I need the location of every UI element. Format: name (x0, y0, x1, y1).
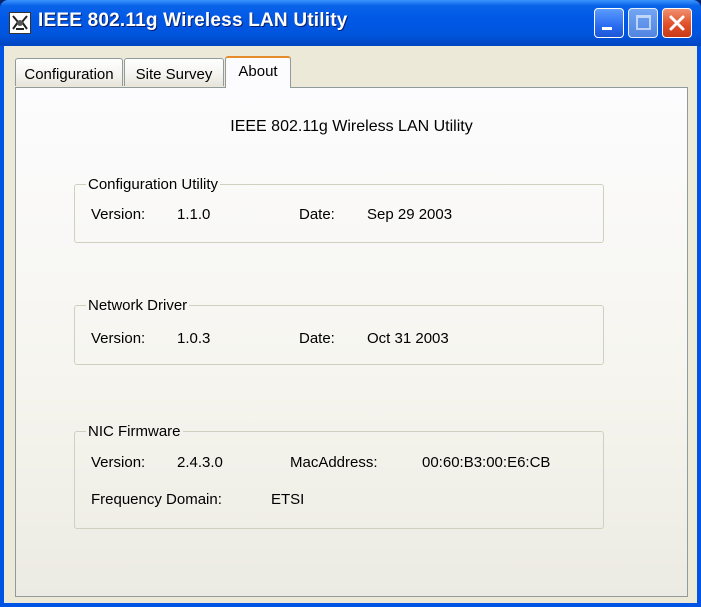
firmware-version-label: Version: (91, 454, 146, 471)
driver-date-value: Oct 31 2003 (367, 330, 449, 347)
config-version-value: 1.1.0 (177, 206, 211, 223)
config-version-label: Version: (91, 206, 146, 223)
nic-firmware-legend: NIC Firmware (88, 423, 181, 440)
tab-configuration[interactable]: Configuration (15, 58, 123, 86)
tab-about[interactable]: About (225, 56, 291, 88)
maximize-icon (636, 15, 651, 30)
mac-address-label: MacAddress: (290, 454, 378, 471)
frequency-domain-label: Frequency Domain: (91, 491, 222, 508)
config-date-value: Sep 29 2003 (367, 206, 453, 223)
firmware-version-value: 2.4.3.0 (177, 454, 223, 471)
driver-version-label: Version: (91, 330, 146, 347)
network-driver-group: Network Driver (74, 297, 604, 365)
driver-date-label: Date: (299, 330, 335, 347)
tab-configuration-label: Configuration (24, 66, 114, 83)
close-button[interactable] (662, 8, 692, 38)
about-panel: IEEE 802.11g Wireless LAN Utility Config… (15, 87, 688, 597)
mac-address-value: 00:60:B3:00:E6:CB (422, 454, 551, 471)
title-bar[interactable]: IEEE 802.11g Wireless LAN Utility (0, 0, 701, 46)
tab-about-label: About (238, 63, 278, 80)
minimize-button[interactable] (594, 8, 624, 38)
configuration-utility-legend: Configuration Utility (88, 176, 219, 193)
app-window: IEEE 802.11g Wireless LAN Utility Config… (0, 0, 701, 607)
configuration-utility-group: Configuration Utility (74, 176, 604, 243)
minimize-icon (602, 27, 612, 30)
about-heading: IEEE 802.11g Wireless LAN Utility (230, 118, 473, 135)
nic-firmware-group: NIC Firmware (74, 423, 604, 529)
tab-site-survey[interactable]: Site Survey (124, 58, 224, 86)
maximize-button[interactable] (628, 8, 658, 38)
config-date-label: Date: (299, 206, 335, 223)
network-driver-legend: Network Driver (88, 297, 188, 314)
wireless-utility-icon[interactable] (9, 12, 31, 34)
close-icon (669, 15, 685, 31)
frequency-domain-value: ETSI (271, 491, 305, 508)
dialog-client-area: Configuration Site Survey About IEEE 802… (4, 46, 697, 603)
tab-site-survey-label: Site Survey (135, 66, 213, 83)
window-title: IEEE 802.11g Wireless LAN Utility (38, 10, 348, 31)
driver-version-value: 1.0.3 (177, 330, 211, 347)
